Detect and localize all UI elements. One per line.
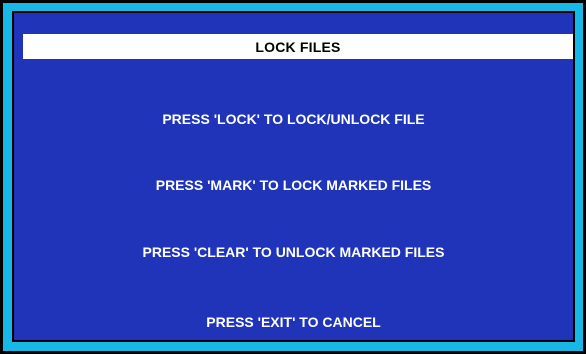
instruction-mark: PRESS 'MARK' TO LOCK MARKED FILES [155,177,432,193]
dialog-outer-frame: LOCK FILES PRESS 'LOCK' TO LOCK/UNLOCK F… [0,0,586,354]
instruction-lock: PRESS 'LOCK' TO LOCK/UNLOCK FILE [162,111,425,127]
instruction-clear: PRESS 'CLEAR' TO UNLOCK MARKED FILES [142,244,445,260]
dialog-title: LOCK FILES [255,38,341,55]
lock-files-dialog: LOCK FILES PRESS 'LOCK' TO LOCK/UNLOCK F… [14,13,573,340]
dialog-title-bar: LOCK FILES [23,34,573,59]
instruction-exit: PRESS 'EXIT' TO CANCEL [206,314,381,330]
